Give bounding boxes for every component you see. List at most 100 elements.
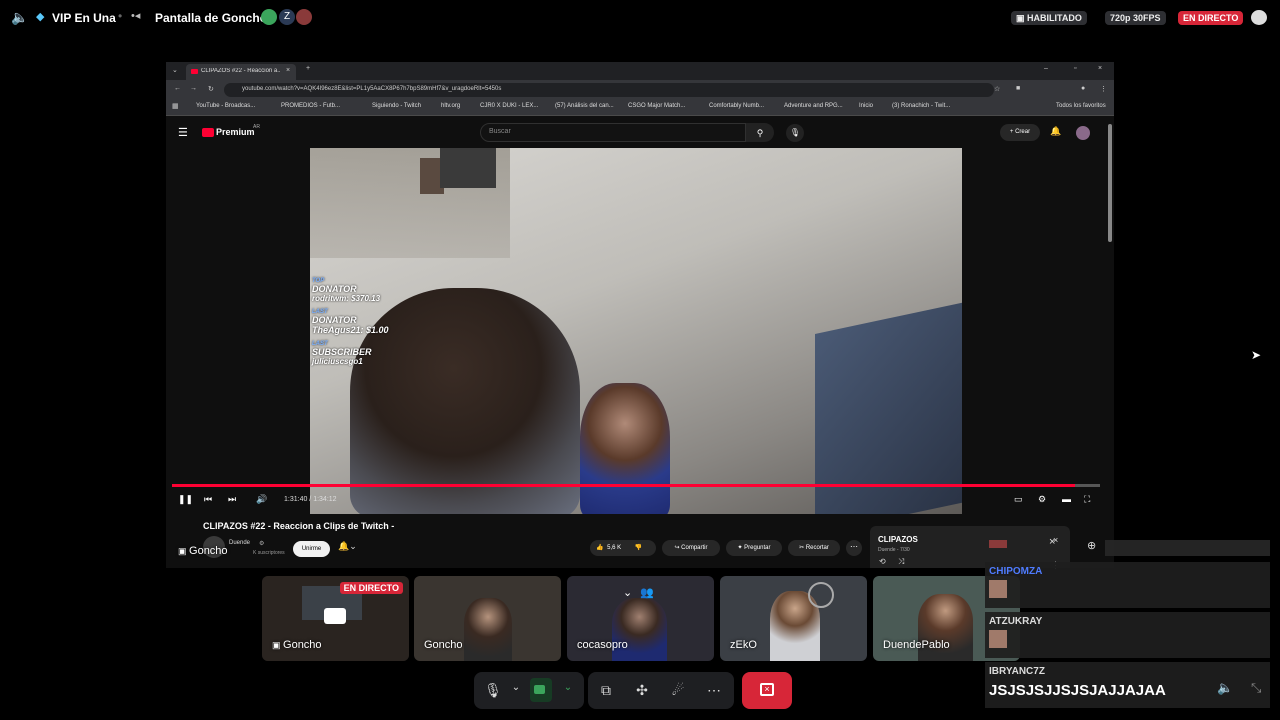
browser-tab[interactable]: CLIPAZOS #22 - Reaccion a... × bbox=[186, 64, 296, 80]
chat-username[interactable]: ATZUKRAY bbox=[989, 616, 1042, 627]
tab-menu-icon[interactable]: ⌄ bbox=[172, 66, 178, 74]
bookmark-item[interactable]: CSGO Major Match... bbox=[628, 103, 685, 109]
bookmark-item[interactable]: Adventure and RPG... bbox=[784, 103, 843, 109]
apps-icon[interactable]: ▦ bbox=[172, 102, 179, 110]
bookmark-item[interactable]: (3) Ronachich - Twit... bbox=[892, 103, 950, 109]
url-field[interactable]: youtube.com/watch?v=AQK4I96ez8E&list=PL1… bbox=[224, 83, 994, 97]
like-count: 5,6 K bbox=[607, 545, 622, 551]
youtube-favicon bbox=[191, 69, 198, 74]
mic-icon[interactable]: 🎙 bbox=[786, 124, 804, 142]
chevron-down-icon[interactable]: ⌄ bbox=[623, 586, 632, 599]
new-tab-icon[interactable]: + bbox=[306, 65, 310, 72]
volume-icon[interactable]: 🔊 bbox=[256, 494, 267, 505]
notification-bell-icon[interactable]: 🔔⌄ bbox=[338, 541, 357, 552]
theater-icon[interactable]: ▬ bbox=[1062, 494, 1071, 504]
microphone-icon[interactable]: 🎙 bbox=[483, 682, 503, 699]
tab-close-icon[interactable]: × bbox=[286, 67, 290, 74]
pause-icon[interactable]: ❚❚ bbox=[178, 494, 193, 505]
soundboard-icon[interactable]: ☄ bbox=[668, 682, 688, 699]
participant-video bbox=[612, 598, 667, 661]
diamond-icon: ◆ bbox=[36, 11, 45, 23]
bookmark-item[interactable]: Siguiendo - Twitch bbox=[372, 103, 421, 109]
ask-button[interactable]: ✦ Preguntar bbox=[726, 540, 782, 556]
create-button[interactable]: + Crear bbox=[1000, 124, 1040, 141]
bookmark-item[interactable]: YouTube - Broadcas... bbox=[196, 103, 255, 109]
users-icon[interactable]: 👥 bbox=[640, 586, 654, 599]
collapse-icon[interactable]: ⤡ bbox=[1251, 680, 1261, 696]
chat-bubble-icon[interactable] bbox=[1251, 10, 1267, 25]
chevron-down-icon[interactable]: ⌄ bbox=[558, 682, 578, 693]
presenter-name: Goncho bbox=[189, 545, 228, 557]
bookmarks-all[interactable]: Todos los favoritos bbox=[1056, 103, 1106, 109]
settings-gear-icon[interactable]: ⚙ bbox=[1038, 494, 1046, 505]
screen-share-icon[interactable]: ⧉ bbox=[596, 682, 616, 699]
hamburger-icon[interactable]: ☰ bbox=[178, 126, 188, 139]
chat-username[interactable]: IBRYANC7Z bbox=[989, 666, 1045, 677]
participant-tile[interactable]: Goncho bbox=[414, 576, 561, 661]
bookmark-item[interactable]: Inicio bbox=[859, 103, 873, 109]
chevron-down-icon[interactable]: ⌄ bbox=[506, 682, 526, 693]
overlay-last-sub: juliciuscsgo1 bbox=[312, 357, 363, 366]
end-call-button[interactable]: × bbox=[742, 672, 792, 709]
search-input[interactable]: Buscar bbox=[480, 123, 746, 142]
subtitles-icon[interactable]: ▭ bbox=[1014, 494, 1023, 505]
youtube-header: ☰ Premium AR Buscar ⚲ 🎙 + Crear 🔔 bbox=[166, 118, 1114, 148]
speaker-icon[interactable]: 🔈 bbox=[11, 9, 28, 26]
participant-tile[interactable]: zEkO bbox=[720, 576, 867, 661]
participant-tile[interactable]: EN DIRECTO ▣ Goncho bbox=[262, 576, 409, 661]
extensions-icon[interactable]: ■ bbox=[1016, 85, 1020, 92]
next-icon[interactable]: ⏭ bbox=[228, 494, 236, 505]
fullscreen-icon[interactable]: ⛶ bbox=[1084, 494, 1090, 505]
bookmark-item[interactable]: CJR0 X DUKI - LEX... bbox=[480, 103, 538, 109]
chat-close-icon[interactable]: × bbox=[1049, 536, 1055, 548]
thumbs-up-icon: 👍 bbox=[596, 545, 604, 551]
chat-input-bar[interactable] bbox=[1105, 540, 1270, 556]
minimize-icon[interactable]: – bbox=[1044, 65, 1048, 72]
reload-icon[interactable]: ↻ bbox=[208, 85, 214, 93]
shuffle-icon[interactable]: ⤨ bbox=[898, 557, 904, 567]
browser-menu-icon[interactable]: ⋮ bbox=[1100, 85, 1107, 93]
previous-icon[interactable]: ⏮ bbox=[204, 494, 212, 505]
volume-icon[interactable]: 🔈 bbox=[1217, 680, 1233, 696]
bookmark-item[interactable]: PROMEDIOS - Futb... bbox=[281, 103, 340, 109]
thumbs-down-icon[interactable]: 👎 bbox=[635, 545, 642, 551]
search-button[interactable]: ⚲ bbox=[746, 123, 774, 142]
youtube-logo-label[interactable]: Premium bbox=[216, 127, 255, 137]
bookmark-item[interactable]: Comfortably Numb... bbox=[709, 103, 764, 109]
bookmark-item[interactable]: hltv.org bbox=[441, 103, 460, 109]
share-button[interactable]: ↪ Compartir bbox=[662, 540, 720, 556]
enabled-badge: ▣ HABILITADO bbox=[1011, 11, 1087, 25]
bookmark-item[interactable]: (57) Análisis del can... bbox=[555, 103, 614, 109]
youtube-logo-icon[interactable] bbox=[202, 128, 214, 137]
participant-tile[interactable]: ⌄ 👥 cocasopro bbox=[567, 576, 714, 661]
clip-button[interactable]: ✂ Recortar bbox=[788, 540, 840, 556]
video-progress-track[interactable] bbox=[172, 484, 1100, 487]
chat-username[interactable]: CHIPOMZA bbox=[989, 566, 1042, 577]
more-options-icon[interactable]: ⋯ bbox=[846, 540, 862, 556]
forward-icon[interactable]: → bbox=[190, 85, 197, 92]
profile-icon[interactable]: ● bbox=[1081, 85, 1085, 92]
maximize-icon[interactable]: ▫ bbox=[1074, 65, 1076, 72]
avatar[interactable] bbox=[1076, 126, 1090, 140]
camera-button[interactable] bbox=[530, 678, 552, 702]
shared-screen[interactable]: ⌄ CLIPAZOS #22 - Reaccion a... × + – ▫ ×… bbox=[166, 62, 1114, 568]
address-bar-row: ← → ↻ youtube.com/watch?v=AQK4I96ez8E&li… bbox=[166, 80, 1114, 100]
zoom-icon[interactable]: ⊕ bbox=[1087, 539, 1096, 552]
chat-header-avatar bbox=[989, 540, 1007, 548]
like-button[interactable]: 👍 5,6 K 👎 bbox=[590, 540, 656, 556]
channel-name[interactable]: VIP En Una bbox=[52, 11, 116, 25]
activities-icon[interactable]: ✣ bbox=[632, 682, 652, 699]
window-close-icon[interactable]: × bbox=[1098, 65, 1102, 72]
stream-icon: •◂ bbox=[131, 10, 141, 22]
join-button[interactable]: Unirme bbox=[293, 541, 330, 557]
live-badge: EN DIRECTO bbox=[1178, 11, 1244, 25]
channel-name[interactable]: Duende bbox=[229, 540, 250, 546]
page-scrollbar[interactable] bbox=[1108, 124, 1112, 242]
more-options-icon[interactable]: ⋯ bbox=[704, 682, 724, 699]
stream-title[interactable]: Pantalla de Goncho bbox=[155, 11, 267, 25]
star-icon[interactable]: ☆ bbox=[994, 85, 1000, 93]
back-icon[interactable]: ← bbox=[174, 85, 181, 92]
loop-icon[interactable]: ⟲ bbox=[879, 557, 886, 566]
video-player[interactable]: TOP DONATOR rodritwm: $370.13 LAST DONAT… bbox=[310, 148, 962, 514]
bell-icon[interactable]: 🔔 bbox=[1050, 126, 1061, 137]
